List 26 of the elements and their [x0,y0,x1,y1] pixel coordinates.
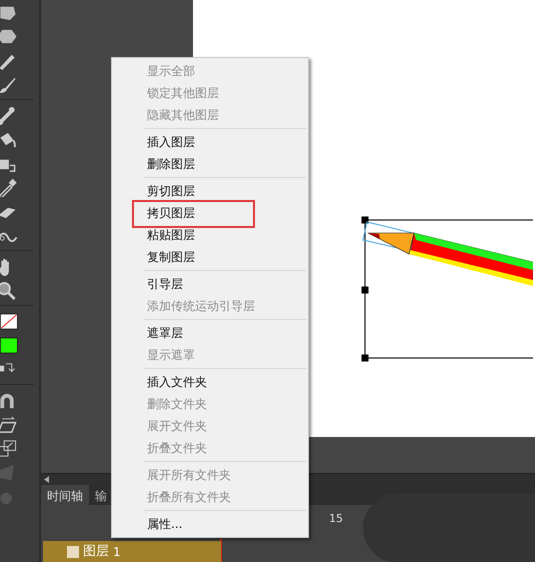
fill-color-icon[interactable] [0,336,18,355]
menu-item[interactable]: 拷贝图层 [112,202,308,224]
menu-item[interactable]: 粘贴图层 [112,224,308,246]
menu-item[interactable]: 插入文件夹 [112,371,308,393]
layer-row[interactable]: 图层 1 [43,541,221,562]
layer-number: 1 [113,544,121,561]
skew-tool-icon[interactable] [0,415,18,434]
scale-tool-icon[interactable] [0,439,18,458]
layer-icon [67,546,79,558]
eyedropper-icon[interactable] [0,178,18,197]
scroll-left-icon[interactable] [44,476,49,483]
menu-item[interactable]: 删除图层 [112,153,308,175]
ruler-label: 15 [329,511,343,527]
menu-item[interactable]: 复制图层 [112,246,308,268]
menu-item[interactable]: 插入图层 [112,131,308,153]
panel-tab[interactable]: 时间轴 [41,485,89,505]
brush-tool-icon[interactable] [0,75,18,94]
hexagon-tool-icon[interactable] [0,27,18,46]
menu-item[interactable]: 遮罩层 [112,322,308,344]
menu-item[interactable]: 引导层 [112,273,308,295]
stroke-color-icon[interactable] [0,312,18,331]
search-icon[interactable] [0,281,18,300]
paint-bucket-icon[interactable] [0,130,18,149]
menu-item[interactable]: 剪切图层 [112,180,308,202]
layer-name: 图层 [83,543,109,562]
menu-item[interactable]: 属性... [112,513,308,535]
